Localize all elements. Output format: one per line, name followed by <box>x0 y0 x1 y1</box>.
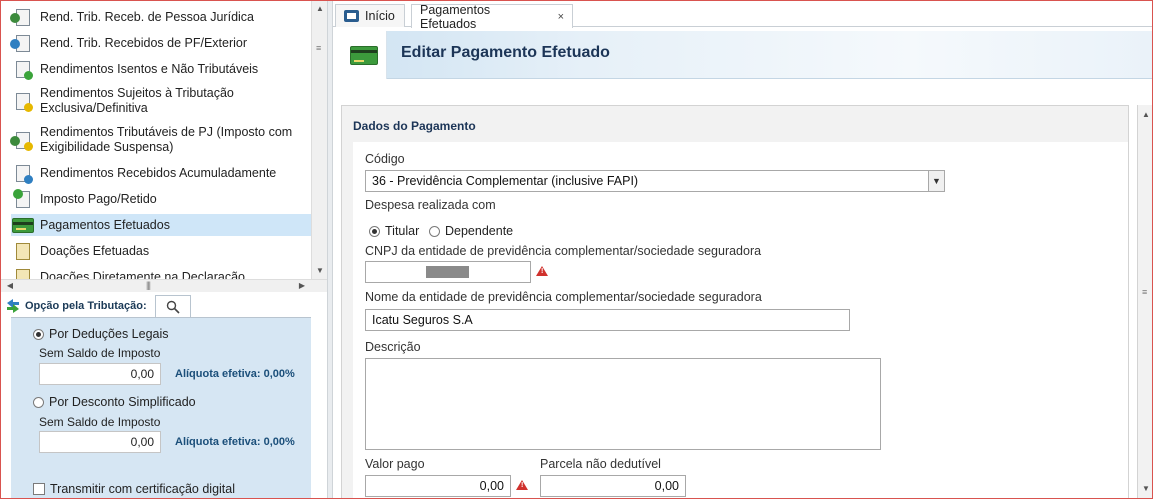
codigo-label: Código <box>365 152 405 166</box>
scroll-up-icon[interactable]: ▲ <box>313 3 327 15</box>
scroll-down-icon[interactable]: ▼ <box>313 265 327 277</box>
section-title: Dados do Pagamento <box>353 119 476 133</box>
nav-item-label: Doações Diretamente na Declaração <box>40 269 245 280</box>
nav-item-imposto-pago[interactable]: Imposto Pago/Retido <box>11 188 311 210</box>
descricao-label: Descrição <box>365 340 421 354</box>
nav-item-rend-suspensa[interactable]: Rendimentos Tributáveis de PJ (Imposto c… <box>10 123 311 157</box>
opcao-header: Opção pela Tributação: <box>1 293 327 317</box>
exclusive-tax-icon <box>11 90 35 112</box>
transmitir-checkbox-row[interactable]: Transmitir com certificação digital <box>33 482 235 496</box>
tab-pagamentos-efetuados[interactable]: Pagamentos Efetuados × <box>411 3 573 31</box>
nav-item-label: Rend. Trib. Receb. de Pessoa Jurídica <box>40 9 255 24</box>
exempt-income-icon <box>11 58 35 80</box>
deducoes-value: 0,00 <box>39 363 161 385</box>
direct-donation-icon <box>11 266 35 279</box>
nav-item-label: Rendimentos Tributáveis de PJ (Imposto c… <box>40 125 293 154</box>
app-window: Rend. Trib. Receb. de Pessoa Jurídica Re… <box>0 0 1153 499</box>
nav-item-label: Doações Efetuadas <box>40 243 150 258</box>
nav-item-rend-acumulados[interactable]: Rendimentos Recebidos Acumuladamente <box>11 162 311 184</box>
nav-vertical-scrollbar[interactable]: ▲ ≡ ▼ <box>311 1 327 279</box>
main-vertical-scrollbar[interactable]: ▲ ≡ ▼ <box>1137 105 1152 498</box>
payment-card-icon <box>349 45 378 65</box>
close-icon[interactable]: × <box>558 11 564 23</box>
tax-option-arrows-icon <box>7 299 19 313</box>
opcao-tab[interactable]: Opção pela Tributação: <box>5 295 155 317</box>
nav-tree: Rend. Trib. Receb. de Pessoa Jurídica Re… <box>1 1 311 279</box>
scroll-up-icon[interactable]: ▲ <box>1139 109 1152 121</box>
right-panel: Início Pagamentos Efetuados × Editar Pag… <box>333 1 1152 498</box>
suspended-tax-icon <box>10 129 35 151</box>
simplificado-aliquota: Alíquota efetiva: 0,00% <box>175 436 295 448</box>
despesa-label: Despesa realizada com <box>365 198 496 212</box>
nav-item-doacoes-efetuadas[interactable]: Doações Efetuadas <box>11 240 311 262</box>
descricao-textarea[interactable] <box>365 358 881 450</box>
simplificado-value: 0,00 <box>39 431 161 453</box>
codigo-select[interactable]: 36 - Previdência Complementar (inclusive… <box>365 170 945 192</box>
warning-icon: ! <box>536 266 548 276</box>
nav-item-label: Imposto Pago/Retido <box>40 191 157 206</box>
scroll-grip-icon[interactable]: ≡ <box>1142 287 1147 297</box>
nav-item-rend-trib-pj[interactable]: Rend. Trib. Receb. de Pessoa Jurídica <box>10 6 311 28</box>
left-panel: Rend. Trib. Receb. de Pessoa Jurídica Re… <box>1 1 327 498</box>
nav-item-rend-exclusiva[interactable]: Rendimentos Sujeitos à Tributação Exclus… <box>11 84 311 118</box>
scroll-grip-icon[interactable]: ≡ <box>316 43 321 53</box>
page-title: Editar Pagamento Efetuado <box>401 44 610 61</box>
radio-desconto-simplificado[interactable]: Por Desconto Simplificado <box>33 395 196 409</box>
nav-item-label: Rendimentos Sujeitos à Tributação Exclus… <box>40 86 234 115</box>
warning-icon: ! <box>516 480 528 490</box>
tab-inicio[interactable]: Início <box>335 4 405 27</box>
valor-pago-label: Valor pago <box>365 457 425 471</box>
banner-icon-box <box>341 31 387 79</box>
scroll-right-icon[interactable]: ▶ <box>295 280 309 292</box>
cnpj-label: CNPJ da entidade de previdência compleme… <box>365 244 762 258</box>
scroll-grip-icon[interactable]: ||| <box>146 280 151 290</box>
nav-item-rend-isentos[interactable]: Rendimentos Isentos e Não Tributáveis <box>11 58 311 80</box>
nav-item-label: Pagamentos Efetuados <box>40 217 170 232</box>
radio-deducoes-legais[interactable]: Por Deduções Legais <box>33 327 169 341</box>
simplificado-sublabel: Sem Saldo de Imposto <box>39 415 161 429</box>
nav-item-pagamentos-efetuados[interactable]: Pagamentos Efetuados <box>11 214 311 236</box>
tax-paid-icon <box>11 188 35 210</box>
page-banner: Editar Pagamento Efetuado <box>341 31 1152 79</box>
nav-item-label: Rendimentos Isentos e Não Tributáveis <box>40 61 259 76</box>
scroll-down-icon[interactable]: ▼ <box>1139 483 1152 495</box>
tab-bar: Início Pagamentos Efetuados × <box>333 1 1152 31</box>
nav-item-label: Rendimentos Recebidos Acumuladamente <box>40 165 277 180</box>
income-pf-exterior-icon <box>10 32 35 54</box>
radio-titular[interactable]: Titular <box>369 224 419 238</box>
search-tab[interactable] <box>155 295 191 317</box>
donation-icon <box>11 240 35 262</box>
form-area: Dados do Pagamento Código 36 - Previdênc… <box>341 105 1129 498</box>
income-pj-icon <box>10 6 35 28</box>
opcao-panel: Por Deduções Legais Sem Saldo de Imposto… <box>11 317 311 498</box>
valor-pago-input[interactable]: 0,00 <box>365 475 511 497</box>
scroll-left-icon[interactable]: ◀ <box>3 280 17 292</box>
radio-button[interactable] <box>369 225 380 237</box>
parcela-label: Parcela não dedutível <box>540 457 661 471</box>
radio-button[interactable] <box>33 328 44 340</box>
redacted-mask <box>426 266 469 278</box>
parcela-input[interactable]: 0,00 <box>540 475 686 497</box>
chevron-down-icon[interactable]: ▼ <box>928 171 944 191</box>
radio-dependente[interactable]: Dependente <box>429 224 513 238</box>
nav-horizontal-scrollbar[interactable]: ◀ ||| ▶ <box>1 279 327 292</box>
nav-item-label: Rend. Trib. Recebidos de PF/Exterior <box>40 35 248 50</box>
nav-item-doacoes-diretamente[interactable]: Doações Diretamente na Declaração <box>11 266 311 279</box>
radio-button[interactable] <box>33 396 44 408</box>
deducoes-aliquota: Alíquota efetiva: 0,00% <box>175 368 295 380</box>
nome-input[interactable]: Icatu Seguros S.A <box>365 309 850 331</box>
payment-card-icon <box>11 214 35 236</box>
nome-label: Nome da entidade de previdência compleme… <box>365 290 762 304</box>
home-icon <box>344 10 359 22</box>
nav-item-rend-trib-pf-exterior[interactable]: Rend. Trib. Recebidos de PF/Exterior <box>10 32 311 54</box>
deducoes-sublabel: Sem Saldo de Imposto <box>39 346 161 360</box>
opcao-title: Opção pela Tributação: <box>25 300 147 312</box>
accumulated-income-icon <box>11 162 35 184</box>
radio-button[interactable] <box>429 225 440 237</box>
search-icon <box>166 300 180 314</box>
transmitir-checkbox[interactable] <box>33 483 45 495</box>
section-body: Código 36 - Previdência Complementar (in… <box>353 142 1128 498</box>
